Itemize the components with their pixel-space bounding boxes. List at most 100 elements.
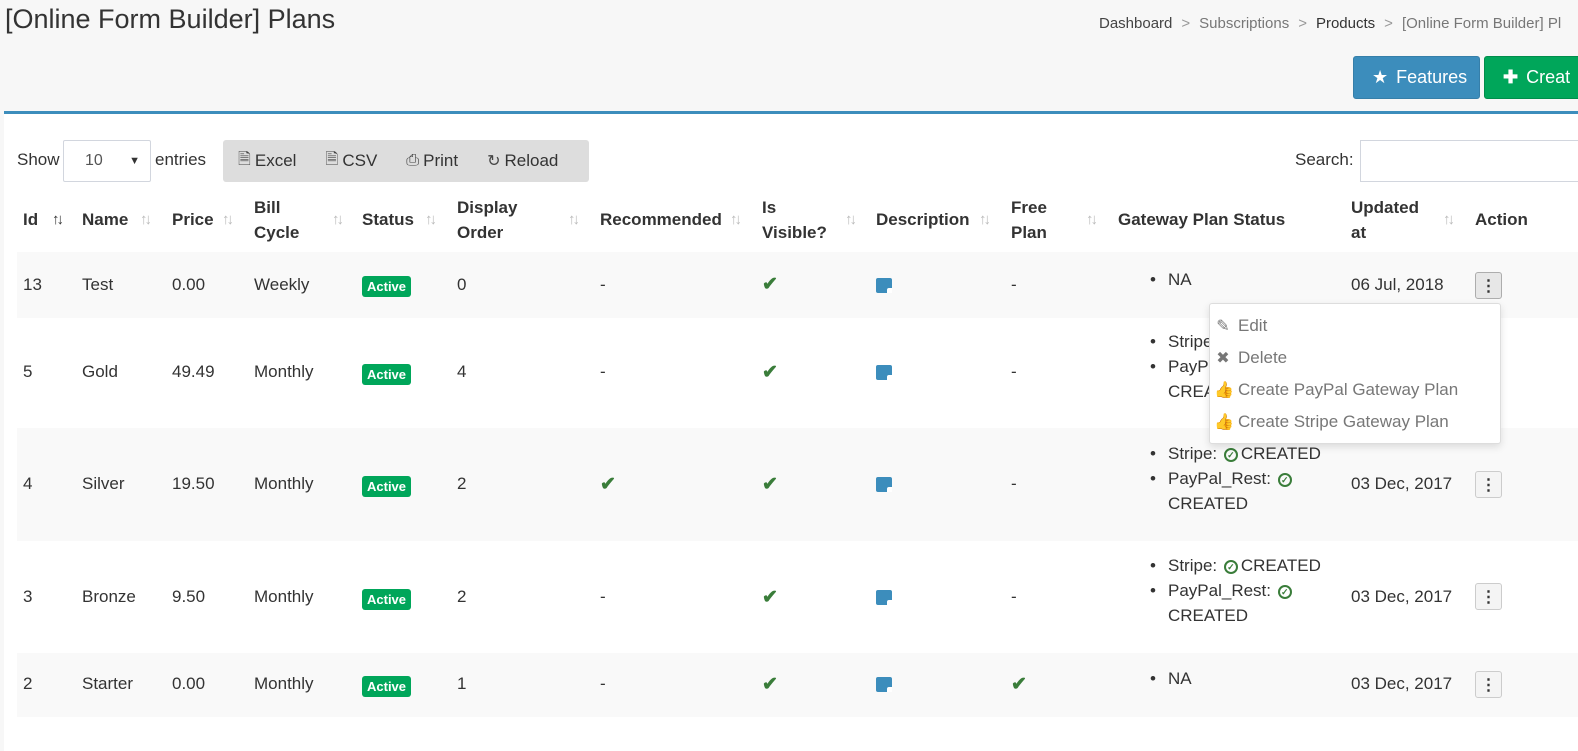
sort-desc-icon[interactable]: ↑↓ [52, 211, 64, 228]
cell-bill-cycle: Monthly [254, 587, 314, 606]
cell-name: Test [82, 275, 114, 294]
col-action: Action [1475, 207, 1528, 232]
print-button[interactable]: ⎙ Print [406, 151, 458, 171]
sort-icon[interactable]: ↑↓ [1443, 211, 1455, 228]
cell-updated: 03 Dec, 2017 [1351, 474, 1453, 493]
col-recommended-label: Recommended [600, 210, 722, 229]
gateway-status: CREATED [1240, 556, 1321, 575]
list-item: PayPal_Rest: ✓ [1150, 578, 1321, 603]
search-input[interactable] [1360, 140, 1578, 182]
excel-button[interactable]: 🗎 Excel [238, 148, 296, 175]
col-price[interactable]: Price [172, 207, 214, 232]
note-icon[interactable] [876, 278, 892, 293]
check-circle-icon: ✓ [1277, 585, 1292, 599]
status-badge: Active [362, 276, 412, 297]
menu-item-create-paypal-plan[interactable]: 👍 Create PayPal Gateway Plan [1214, 380, 1459, 400]
cell-updated: 06 Jul, 2018 [1351, 275, 1444, 294]
col-updated-label-1: Updated [1351, 198, 1419, 217]
note-icon[interactable] [876, 677, 892, 692]
col-description[interactable]: Description [876, 207, 970, 232]
ellipsis-vertical-icon: ⋮ [1480, 676, 1497, 694]
gateway-name: PayPal_Rest: [1168, 581, 1271, 600]
breadcrumb-subscriptions[interactable]: Subscriptions [1199, 15, 1289, 32]
csv-button[interactable]: 🗎 CSV [325, 148, 377, 175]
cell-name: Starter [82, 674, 134, 693]
cell-id: 5 [23, 362, 33, 381]
ellipsis-vertical-icon: ⋮ [1480, 277, 1497, 295]
action-menu-button[interactable]: ⋮ [1475, 583, 1502, 610]
cell-price: 0.00 [172, 674, 206, 693]
col-id[interactable]: Id [23, 207, 38, 232]
sort-icon[interactable]: ↑↓ [979, 211, 991, 228]
col-status[interactable]: Status [362, 207, 414, 232]
sort-icon[interactable]: ↑↓ [568, 211, 580, 228]
cell-display-order: 2 [457, 587, 467, 606]
table-row [17, 653, 1578, 717]
print-icon: ⎙ [406, 152, 420, 169]
gateway-status-list: NA [1150, 267, 1192, 292]
note-icon[interactable] [876, 590, 892, 605]
note-icon[interactable] [876, 477, 892, 492]
create-button[interactable]: ✚ Creat [1484, 56, 1578, 99]
col-visible-label-1: Is [762, 198, 777, 217]
col-free-plan[interactable]: Free Plan [1011, 195, 1047, 245]
gateway-name: Stripe: [1168, 444, 1218, 463]
features-button[interactable]: ★ Features [1353, 56, 1480, 99]
col-recommended[interactable]: Recommended [600, 207, 722, 232]
col-bill-cycle[interactable]: Bill Cycle [254, 195, 299, 245]
sort-icon[interactable]: ↑↓ [140, 211, 152, 228]
breadcrumb-products[interactable]: Products [1316, 15, 1375, 32]
entries-select-value: 10 [85, 152, 103, 169]
menu-item-label: Create PayPal Gateway Plan [1238, 380, 1459, 399]
csv-icon: 🗎 [325, 150, 339, 168]
ellipsis-vertical-icon: ⋮ [1480, 588, 1497, 606]
action-menu-button[interactable]: ⋮ [1475, 671, 1502, 698]
action-menu-button[interactable]: ⋮ [1475, 471, 1502, 498]
cell-recommended: - [600, 674, 606, 693]
check-icon: ✔ [600, 474, 616, 495]
status-badge: Active [362, 676, 412, 697]
action-menu-button[interactable]: ⋮ [1475, 272, 1502, 299]
refresh-icon: ↻ [487, 153, 501, 170]
menu-item-delete[interactable]: ✖ Delete [1216, 348, 1287, 368]
excel-icon: 🗎 [238, 150, 251, 168]
list-item: Stripe: ✓CREATED [1150, 441, 1321, 466]
gateway-status-list: Stripe: ✓CREATED PayPal_Rest: ✓ CREATED [1150, 553, 1321, 628]
note-icon[interactable] [876, 365, 892, 380]
cell-updated: 03 Dec, 2017 [1351, 674, 1453, 693]
sort-icon[interactable]: ↑↓ [332, 211, 344, 228]
col-name[interactable]: Name [82, 207, 128, 232]
col-visible[interactable]: Is Visible? [762, 195, 827, 245]
breadcrumb: Dashboard > Subscriptions > Products > [Online… [1099, 15, 1562, 32]
breadcrumb-current: [Online Form Builder] Pl [1401, 15, 1562, 32]
check-icon: ✔ [1011, 674, 1027, 695]
cell-free-plan: - [1011, 474, 1017, 493]
col-name-label: Name [82, 210, 129, 229]
reload-button[interactable]: ↻ Reload [487, 151, 558, 171]
col-updated[interactable]: Updated at [1351, 195, 1419, 245]
col-free-plan-label-2: Plan [1011, 223, 1047, 242]
cell-free-plan: - [1011, 587, 1017, 606]
menu-item-edit[interactable]: ✎ Edit [1216, 316, 1267, 336]
col-id-label: Id [23, 210, 39, 229]
cell-updated: 03 Dec, 2017 [1351, 587, 1453, 606]
col-gateway-label: Gateway Plan Status [1118, 210, 1286, 229]
breadcrumb-dashboard[interactable]: Dashboard [1099, 15, 1172, 32]
ellipsis-vertical-icon: ⋮ [1480, 476, 1497, 494]
menu-item-label: Create Stripe Gateway Plan [1238, 412, 1449, 431]
cell-name: Gold [82, 362, 118, 381]
cell-free-plan: - [1011, 362, 1017, 381]
cell-id: 13 [23, 275, 42, 294]
sort-icon[interactable]: ↑↓ [222, 211, 234, 228]
check-icon: ✔ [762, 674, 778, 695]
sort-icon[interactable]: ↑↓ [845, 211, 857, 228]
menu-item-create-stripe-plan[interactable]: 👍 Create Stripe Gateway Plan [1214, 412, 1449, 432]
sort-icon[interactable]: ↑↓ [1086, 211, 1098, 228]
sort-icon[interactable]: ↑↓ [730, 211, 742, 228]
col-display-order[interactable]: Display Order [457, 195, 517, 245]
gateway-status: CREATED [1168, 494, 1248, 513]
entries-select[interactable]: 10 ▼ [63, 140, 151, 182]
sort-icon[interactable]: ↑↓ [425, 211, 437, 228]
star-icon: ★ [1372, 67, 1389, 87]
check-icon: ✔ [762, 587, 778, 608]
